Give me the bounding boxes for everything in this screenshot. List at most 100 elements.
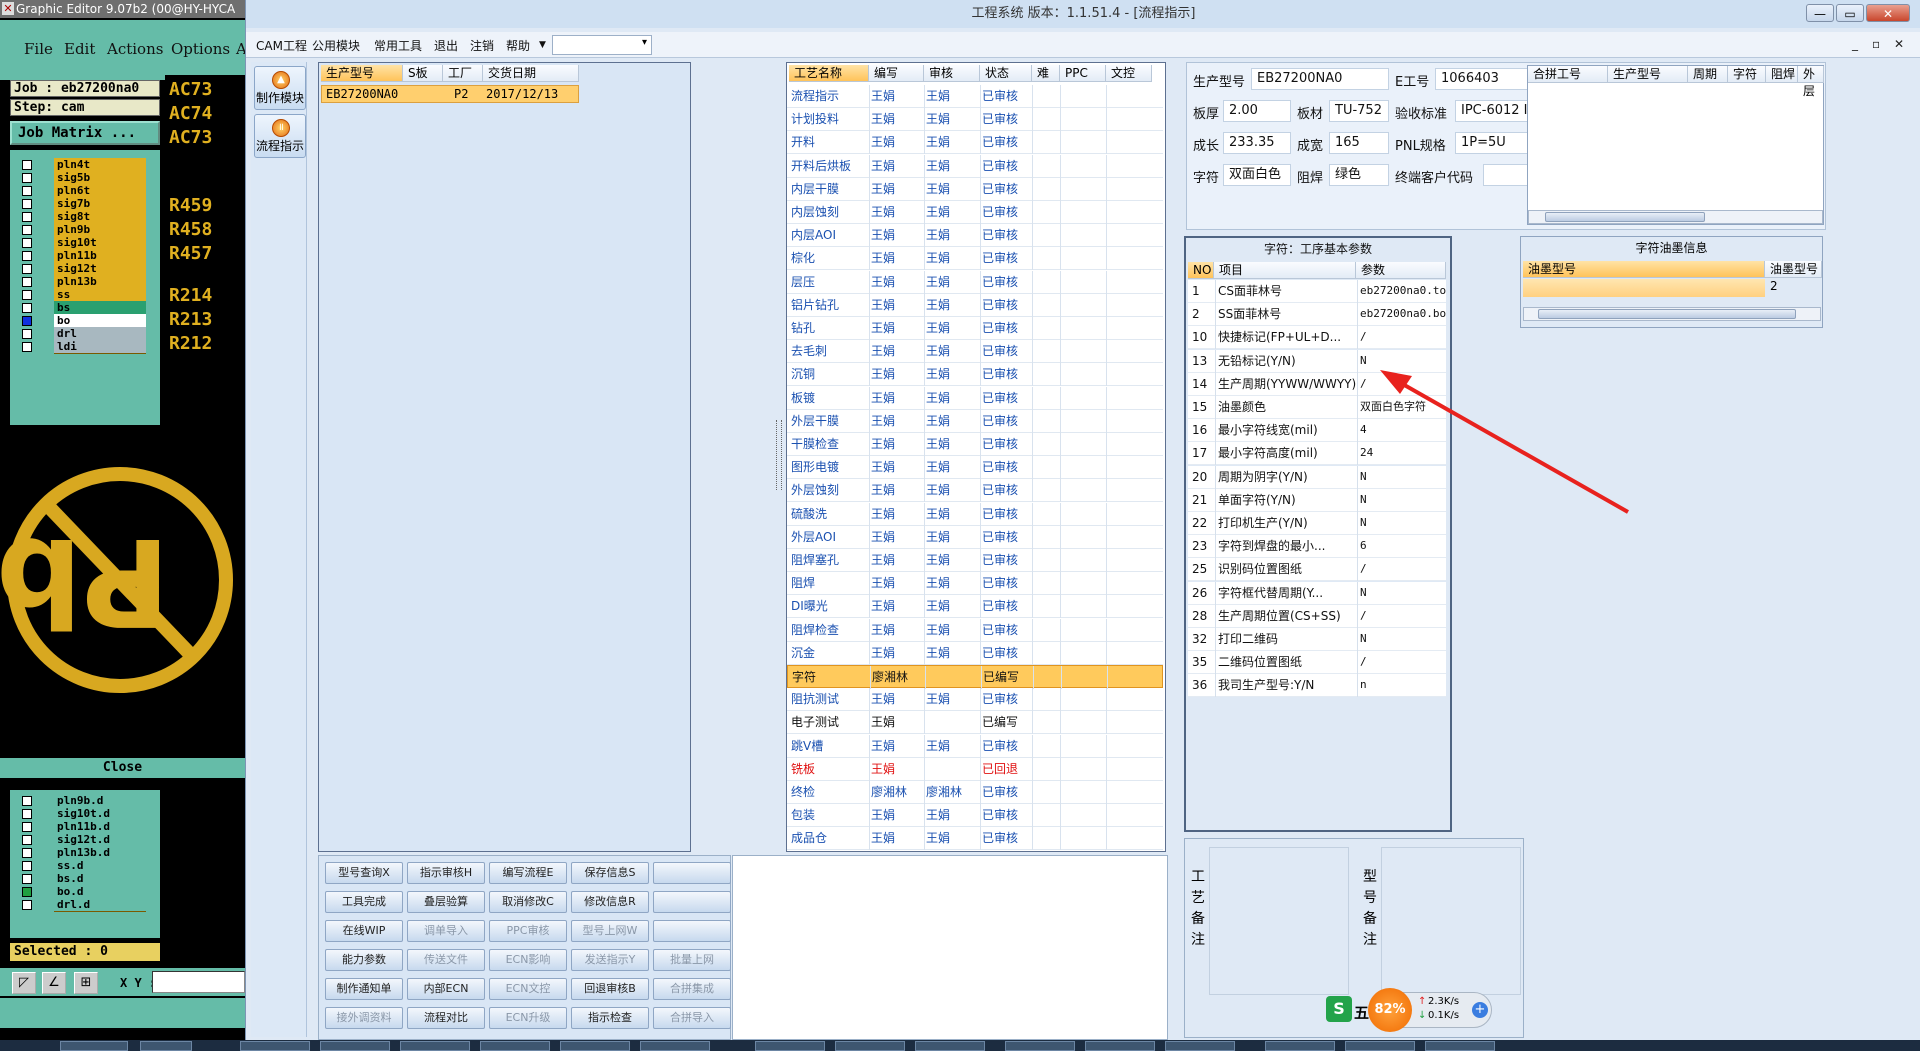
action-button[interactable]: 取消修改C <box>489 891 567 913</box>
menu-common-tools[interactable]: 常用工具 <box>374 37 422 54</box>
layer-checkbox[interactable] <box>22 225 32 235</box>
col-header-ink-model2[interactable]: 油墨型号2 <box>1765 261 1822 293</box>
material-field[interactable]: TU-752 <box>1329 100 1389 122</box>
layer-row[interactable]: drl.d <box>16 898 146 912</box>
col-header-status[interactable]: 状态 <box>980 65 1032 82</box>
col-header-value[interactable]: 参数 <box>1356 262 1446 279</box>
taskbar-item[interactable] <box>1085 1041 1155 1051</box>
layer-checkbox[interactable] <box>22 316 32 326</box>
layer-checkbox[interactable] <box>22 861 32 871</box>
action-button[interactable]: 批量上网 <box>653 949 731 971</box>
layer-row[interactable]: sig12t.d <box>16 833 146 847</box>
action-button[interactable]: 修改信息R <box>571 891 649 913</box>
col-header-s[interactable]: S板 <box>403 65 443 82</box>
table-row[interactable]: 28 生产周期位置(CS+SS) / <box>1188 604 1446 628</box>
action-button[interactable]: 在线WIP <box>325 920 403 942</box>
action-button[interactable]: 叠层验算 <box>407 891 485 913</box>
mdi-minimize-button[interactable]: _ <box>1852 37 1858 51</box>
action-button[interactable]: 传送文件 <box>407 949 485 971</box>
col-header-model[interactable]: 生产型号 <box>321 65 403 82</box>
thickness-field[interactable]: 2.00 <box>1223 100 1291 122</box>
layer-row[interactable]: pln6t <box>16 184 146 198</box>
col-header-merge-char[interactable]: 字符 <box>1728 66 1766 83</box>
layer-row[interactable]: pln9b.d <box>16 794 146 808</box>
table-row[interactable]: 15 油墨颜色 双面白色字符 <box>1188 396 1446 419</box>
param-value[interactable]: N <box>1360 512 1446 534</box>
table-row[interactable]: 17 最小字符高度(mil) 24 <box>1188 442 1446 466</box>
plus-icon[interactable]: + <box>1472 1002 1488 1018</box>
menu-exit[interactable]: 退出 <box>434 37 458 54</box>
col-header-no[interactable]: NO <box>1188 262 1214 279</box>
col-header-factory[interactable]: 工厂 <box>443 65 483 82</box>
table-row[interactable]: 10 快捷标记(FP+UL+D... / <box>1188 326 1446 350</box>
ge-menu-more[interactable]: A <box>236 40 245 58</box>
layer-row[interactable]: bo.d <box>16 885 146 899</box>
ge-menu-actions[interactable]: Actions <box>107 40 163 58</box>
action-button[interactable]: 型号查询X <box>325 862 403 884</box>
action-button[interactable]: 型号上网W <box>571 920 649 942</box>
action-button[interactable]: 指示审核H <box>407 862 485 884</box>
layer-checkbox[interactable] <box>22 848 32 858</box>
param-value[interactable]: N <box>1360 466 1446 488</box>
layer-row[interactable]: ldi <box>16 340 146 354</box>
grid-tool-icon[interactable]: ⊞ <box>74 972 98 994</box>
table-row[interactable]: 阻焊检查 王娟 王娟 已审核 <box>787 618 1163 642</box>
character-field[interactable]: 双面白色 <box>1223 164 1291 186</box>
table-row[interactable]: 16 最小字符线宽(mil) 4 <box>1188 419 1446 443</box>
taskbar-item[interactable] <box>835 1041 905 1051</box>
taskbar-item[interactable] <box>60 1041 128 1051</box>
layer-row[interactable]: pln9b <box>16 223 146 237</box>
table-row[interactable]: DI曝光 王娟 王娟 已审核 <box>787 595 1163 619</box>
col-header-ppc[interactable]: PPC <box>1060 65 1106 82</box>
taskbar-item[interactable] <box>400 1041 470 1051</box>
table-row[interactable]: 沉金 王娟 王娟 已审核 <box>787 641 1163 665</box>
action-button[interactable]: ECN影响 <box>489 949 567 971</box>
table-row[interactable]: 32 打印二维码 N <box>1188 628 1446 651</box>
layer-row[interactable]: drl <box>16 327 146 341</box>
param-value[interactable]: / <box>1360 605 1446 627</box>
xy-input[interactable] <box>152 971 245 993</box>
table-row[interactable]: 外层AOI 王娟 王娟 已审核 <box>787 525 1163 549</box>
sidebar-item-production[interactable]: ▲ 制作模块 <box>254 66 306 110</box>
layer-checkbox[interactable] <box>22 199 32 209</box>
param-value[interactable]: 6 <box>1360 535 1446 557</box>
table-row[interactable]: 层压 王娟 王娟 已审核 <box>787 270 1163 294</box>
layer-checkbox[interactable] <box>22 900 32 910</box>
ge-close-icon[interactable]: ✕ <box>2 2 14 15</box>
table-row[interactable]: 铝片钻孔 王娟 王娟 已审核 <box>787 293 1163 317</box>
table-row[interactable]: 内层AOI 王娟 王娟 已审核 <box>787 224 1163 248</box>
layer-checkbox[interactable] <box>22 277 32 287</box>
action-button[interactable]: 流程对比 <box>407 1007 485 1029</box>
ge-menu-edit[interactable]: Edit <box>64 40 95 58</box>
table-row[interactable]: 1 CS面菲林号 eb27200na0.to <box>1188 280 1446 303</box>
layer-row[interactable]: bs.d <box>16 872 146 886</box>
table-row[interactable]: 20 周期为阴字(Y/N) N <box>1188 465 1446 489</box>
table-row[interactable]: 开料后烘板 王娟 王娟 已审核 <box>787 154 1163 178</box>
col-header-difficulty[interactable]: 难 <box>1032 65 1060 82</box>
measure-tool-icon[interactable]: ◸ <box>12 972 36 994</box>
table-row[interactable]: 2 SS面菲林号 eb27200na0.bo <box>1188 303 1446 327</box>
taskbar-item[interactable] <box>320 1041 390 1051</box>
table-row[interactable]: 内层干膜 王娟 王娟 已审核 <box>787 177 1163 201</box>
table-row[interactable]: 21 单面字符(Y/N) N <box>1188 488 1446 512</box>
module-select[interactable] <box>552 35 652 55</box>
action-button[interactable] <box>653 891 731 913</box>
action-button[interactable]: 指示检查 <box>571 1007 649 1029</box>
table-row[interactable]: 板镀 王娟 王娟 已审核 <box>787 386 1163 410</box>
layer-checkbox[interactable] <box>22 887 32 897</box>
layer-row[interactable]: sig5b <box>16 171 146 185</box>
table-row[interactable]: 棕化 王娟 王娟 已审核 <box>787 247 1163 271</box>
menu-logout[interactable]: 注销 <box>470 37 494 54</box>
layer-checkbox[interactable] <box>22 160 32 170</box>
action-button[interactable]: 调单导入 <box>407 920 485 942</box>
param-value[interactable]: N <box>1360 582 1446 604</box>
mdi-restore-button[interactable]: ▫ <box>1872 37 1880 51</box>
action-button[interactable]: 保存信息S <box>571 862 649 884</box>
layer-row[interactable]: pln4t <box>16 158 146 172</box>
layer-checkbox[interactable] <box>22 874 32 884</box>
table-row[interactable]: 包装 王娟 王娟 已审核 <box>787 804 1163 828</box>
table-row[interactable]: EB27200NA0 P2 2017/12/13 <box>321 85 579 103</box>
minimize-button[interactable]: — <box>1806 4 1834 22</box>
layer-checkbox[interactable] <box>22 329 32 339</box>
layer-row[interactable]: ss.d <box>16 859 146 873</box>
